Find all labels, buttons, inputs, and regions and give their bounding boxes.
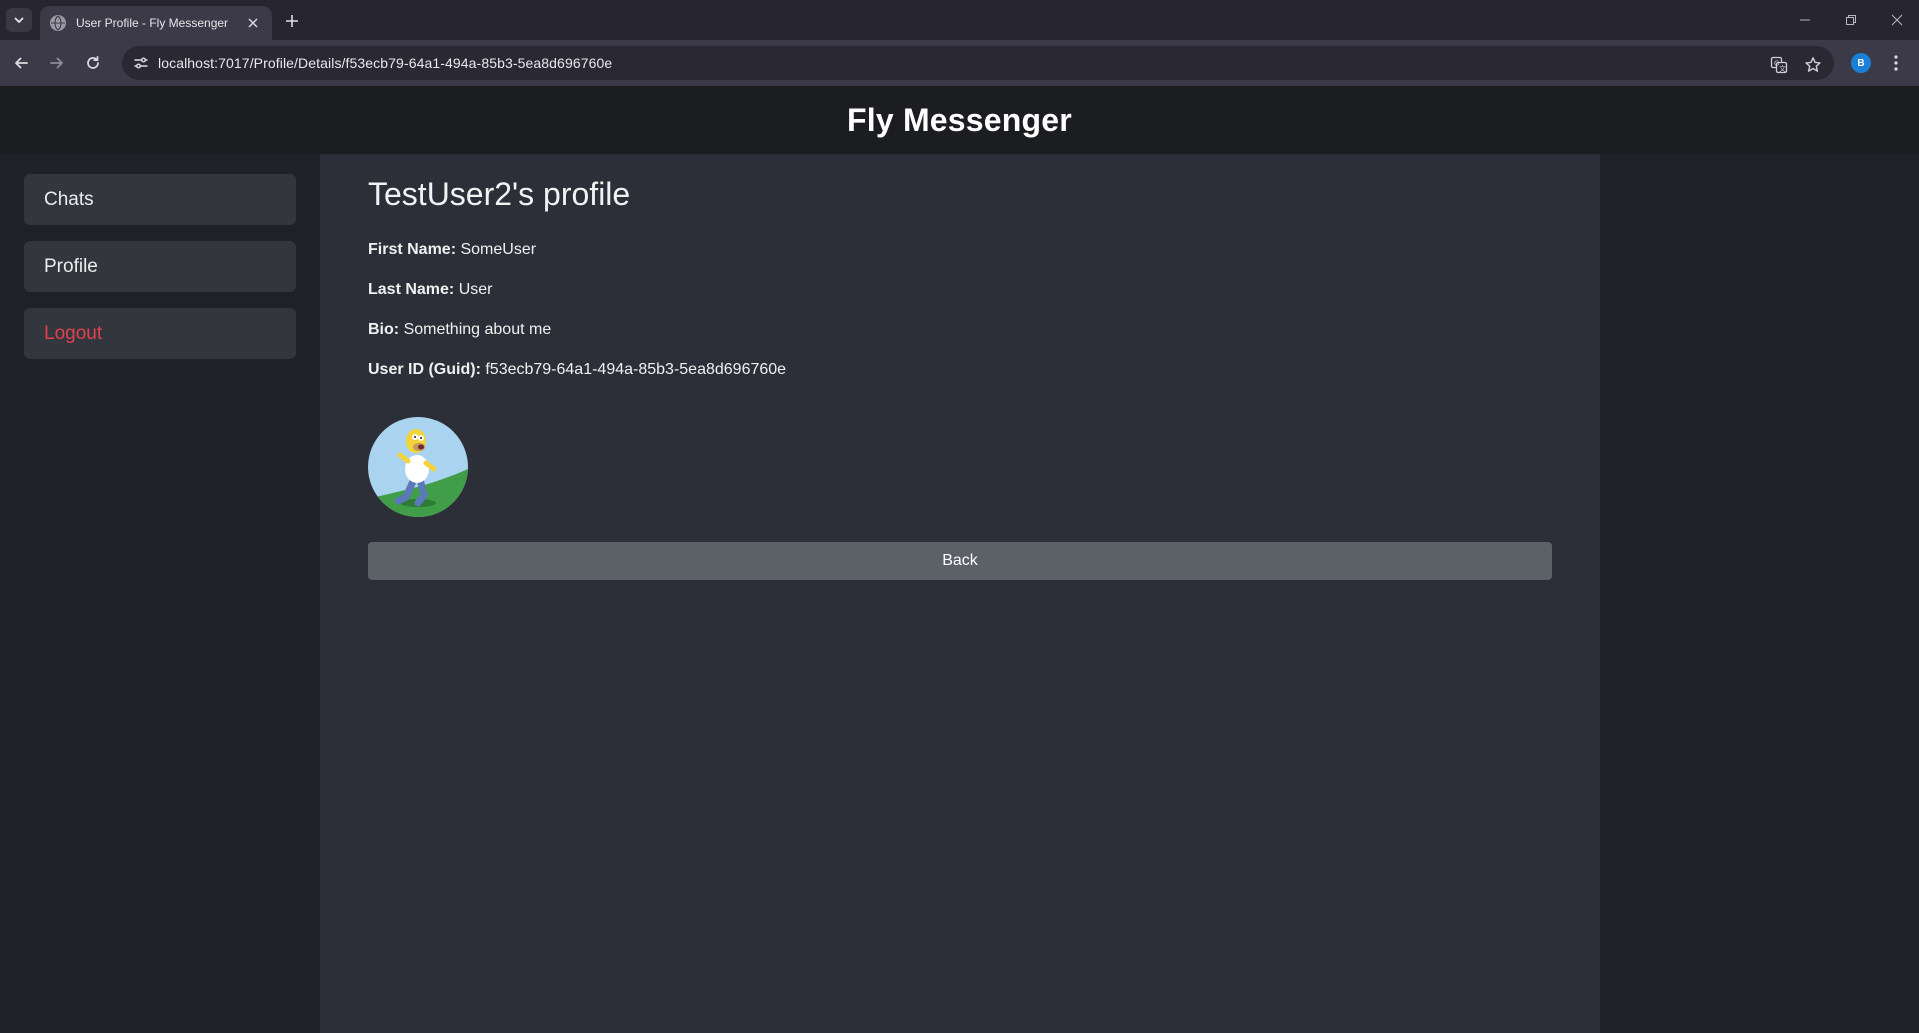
close-icon: [248, 18, 258, 28]
page-title: TestUser2's profile: [368, 176, 631, 212]
reload-button[interactable]: [80, 50, 106, 76]
first-name-value: SomeUser: [460, 241, 537, 258]
browser-tab-active[interactable]: User Profile - Fly Messenger: [40, 6, 272, 40]
close-icon: [1891, 14, 1903, 26]
back-nav-button[interactable]: [8, 50, 34, 76]
tab-title: User Profile - Fly Messenger: [76, 16, 229, 30]
minimize-icon: [1800, 19, 1810, 21]
browser-toolbar: localhost:7017/Profile/Details/f53ecb79-…: [0, 40, 1919, 86]
translate-icon: G 文: [1770, 56, 1788, 74]
browser-menu-button[interactable]: [1886, 51, 1906, 75]
bio-value: Something about me: [403, 321, 552, 338]
tab-search-button[interactable]: [6, 8, 32, 32]
close-window-button[interactable]: [1882, 8, 1912, 32]
new-tab-button[interactable]: [280, 10, 304, 32]
site-info-button[interactable]: [124, 46, 158, 80]
last-name-row: Last Name: User: [368, 281, 492, 299]
user-id-value: f53ecb79-64a1-494a-85b3-5ea8d696760e: [485, 361, 787, 378]
site-info-icon: [134, 57, 148, 69]
browser-tab-bar: User Profile - Fly Messenger: [0, 0, 1919, 40]
bio-row: Bio: Something about me: [368, 321, 551, 339]
sidebar-item-logout[interactable]: Logout: [24, 308, 296, 359]
reload-icon: [87, 55, 99, 69]
globe-icon: [50, 15, 66, 31]
restore-window-button[interactable]: [1836, 8, 1866, 32]
bookmark-button[interactable]: [1802, 54, 1824, 76]
restore-icon: [1846, 15, 1856, 25]
user-id-row: User ID (Guid): f53ecb79-64a1-494a-85b3-…: [368, 361, 786, 379]
arrow-left-icon: [15, 57, 28, 69]
arrow-right-icon: [50, 57, 63, 69]
back-button[interactable]: Back: [368, 542, 1552, 580]
translate-button[interactable]: G 文: [1768, 54, 1790, 76]
minimize-window-button[interactable]: [1790, 8, 1820, 32]
sidebar: Chats Profile Logout: [0, 154, 320, 1033]
star-icon: [1805, 57, 1821, 72]
last-name-label: Last Name:: [368, 281, 455, 298]
sidebar-item-profile[interactable]: Profile: [24, 241, 296, 292]
app-title: Fly Messenger: [847, 101, 1072, 138]
first-name-label: First Name:: [368, 241, 457, 258]
url-text: localhost:7017/Profile/Details/f53ecb79-…: [158, 55, 613, 71]
sidebar-item-chats[interactable]: Chats: [24, 174, 296, 225]
first-name-row: First Name: SomeUser: [368, 241, 536, 259]
cartoon-running-man-avatar: [368, 417, 468, 517]
chevron-down-icon: [14, 17, 24, 24]
svg-text:文: 文: [1779, 64, 1786, 73]
browser-profile-avatar[interactable]: B: [1851, 53, 1871, 73]
profile-initial: B: [1857, 57, 1865, 69]
profile-content: TestUser2's profile First Name: SomeUser…: [320, 154, 1600, 1033]
kebab-menu-icon: [1894, 55, 1898, 71]
last-name-value: User: [458, 281, 493, 298]
user-id-label: User ID (Guid):: [368, 361, 481, 378]
avatar: [368, 417, 468, 517]
web-page: Fly Messenger Chats Profile Logout TestU…: [0, 86, 1919, 1033]
right-empty-pane: [1600, 154, 1919, 1033]
close-tab-button[interactable]: [244, 14, 262, 32]
address-bar[interactable]: localhost:7017/Profile/Details/f53ecb79-…: [122, 46, 1834, 80]
bio-label: Bio:: [368, 321, 400, 338]
app-header: Fly Messenger: [0, 86, 1919, 154]
forward-nav-button[interactable]: [44, 50, 70, 76]
plus-icon: [286, 15, 298, 27]
